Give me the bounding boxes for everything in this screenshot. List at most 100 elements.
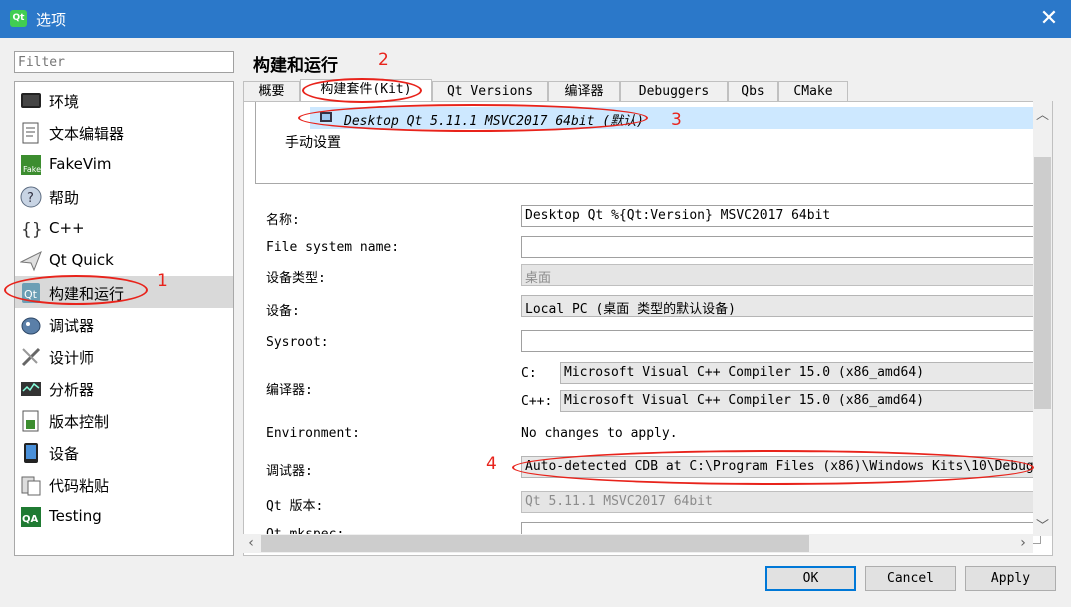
sidebar-item-label: 文本编辑器 (49, 125, 125, 143)
device-label: 设备: (266, 304, 300, 319)
qt-version-label: Qt 版本: (266, 499, 324, 514)
designer-icon (21, 347, 41, 367)
cpp-compiler-select[interactable]: Microsoft Visual C++ Compiler 15.0 (x86_… (560, 390, 1041, 412)
horizontal-scroll-thumb[interactable] (261, 535, 809, 552)
vertical-scroll-thumb[interactable] (1034, 157, 1051, 409)
tab-compilers[interactable]: 编译器 (548, 81, 620, 101)
sidebar-item-label: 分析器 (49, 381, 95, 399)
c-compiler-select[interactable]: Microsoft Visual C++ Compiler 15.0 (x86_… (560, 362, 1041, 384)
sidebar-item-cpp[interactable]: {} C++ (15, 212, 233, 244)
close-icon[interactable]: ✕ (1035, 6, 1063, 32)
sidebar-item-fakevim[interactable]: Fake FakeVim (15, 148, 233, 180)
manual-kits-group[interactable]: 手动设置 (285, 132, 341, 152)
fs-name-field[interactable] (521, 236, 1041, 258)
device-select[interactable]: Local PC (桌面 类型的默认设备) (521, 295, 1041, 317)
environment-value: No changes to apply. (521, 426, 678, 441)
svg-text:Qt: Qt (24, 288, 38, 301)
annotation-number-4: 4 (486, 454, 497, 474)
compiler-label: 编译器: (266, 383, 313, 398)
build-run-icon: Qt (22, 283, 40, 303)
page-title: 构建和运行 (253, 56, 338, 76)
title-bar: Qt 选项 ✕ (0, 0, 1071, 38)
debugger-label: 调试器: (266, 464, 313, 479)
environment-label: Environment: (266, 426, 360, 441)
scroll-up-icon[interactable]: ︿ (1033, 104, 1052, 123)
sidebar-item-qt-quick[interactable]: Qt Quick (15, 244, 233, 276)
cancel-button[interactable]: Cancel (865, 566, 956, 591)
scroll-down-icon[interactable]: ﹀ (1033, 515, 1052, 534)
sidebar-item-devices[interactable]: 设备 (15, 436, 233, 468)
sidebar-item-text-editor[interactable]: 文本编辑器 (15, 116, 233, 148)
tab-kits[interactable]: 构建套件(Kit) (300, 79, 432, 102)
sidebar-item-testing[interactable]: QA Testing (15, 500, 233, 532)
annotation-number-3: 3 (671, 110, 682, 130)
name-label: 名称: (266, 213, 300, 228)
svg-text:?: ? (27, 191, 34, 206)
environment-icon (21, 93, 41, 108)
name-field[interactable]: Desktop Qt %{Qt:Version} MSVC2017 64bit (521, 205, 1041, 227)
svg-text:Fake: Fake (23, 165, 41, 174)
qt-quick-icon (20, 250, 42, 272)
sidebar-item-environment[interactable]: 环境 (15, 84, 233, 116)
sidebar-item-code-paste[interactable]: 代码粘贴 (15, 468, 233, 500)
sidebar-item-label: C++ (49, 219, 85, 237)
tab-overview[interactable]: 概要 (243, 81, 300, 101)
scroll-right-icon[interactable]: › (1015, 534, 1031, 553)
sidebar-item-help[interactable]: ? 帮助 (15, 180, 233, 212)
svg-text:QA: QA (22, 514, 39, 525)
sidebar-item-build-run[interactable]: Qt 构建和运行 (15, 276, 233, 308)
sidebar-item-analyzer[interactable]: 分析器 (15, 372, 233, 404)
qt-app-icon: Qt (10, 10, 27, 27)
sidebar-item-label: 代码粘贴 (49, 477, 110, 495)
tab-cmake[interactable]: CMake (778, 81, 848, 101)
tab-qbs[interactable]: Qbs (728, 81, 778, 101)
sidebar-item-label: FakeVim (49, 155, 112, 173)
fs-name-label: File system name: (266, 240, 400, 255)
c-compiler-label: C: (521, 366, 537, 381)
vertical-scrollbar[interactable]: ︿ ﹀ (1033, 101, 1052, 536)
filter-input[interactable] (14, 51, 234, 73)
tab-debuggers[interactable]: Debuggers (620, 81, 728, 101)
sidebar-item-label: 设备 (49, 445, 80, 463)
sidebar-item-label: 设计师 (49, 349, 95, 367)
sysroot-field[interactable] (521, 330, 1041, 352)
kit-list: Desktop Qt 5.11.1 MSVC2017 64bit (默认) 手动… (255, 102, 1043, 184)
device-type-label: 设备类型: (266, 271, 326, 286)
monitor-icon (320, 112, 332, 122)
sidebar-item-designer[interactable]: 设计师 (15, 340, 233, 372)
version-control-icon (22, 410, 39, 432)
apply-button[interactable]: Apply (965, 566, 1056, 591)
help-icon: ? (20, 186, 42, 208)
scroll-left-icon[interactable]: ‹ (243, 534, 259, 553)
sidebar-item-label: 版本控制 (49, 413, 110, 431)
device-type-select[interactable]: 桌面 (521, 264, 1041, 286)
code-paste-icon (21, 476, 41, 496)
testing-icon: QA (21, 507, 41, 527)
kits-panel: Desktop Qt 5.11.1 MSVC2017 64bit (默认) 手动… (243, 101, 1053, 556)
ok-button[interactable]: OK (765, 566, 856, 591)
sidebar-item-label: 构建和运行 (49, 285, 125, 303)
debugger-select[interactable]: Auto-detected CDB at C:\Program Files (x… (521, 456, 1041, 478)
text-editor-icon (22, 122, 39, 144)
sidebar-item-label: Qt Quick (49, 251, 114, 269)
sidebar-item-debugger[interactable]: 调试器 (15, 308, 233, 340)
cpp-compiler-label: C++: (521, 394, 553, 409)
sidebar-item-version-control[interactable]: 版本控制 (15, 404, 233, 436)
device-icon (24, 443, 38, 463)
kit-name: Desktop Qt 5.11.1 MSVC2017 64bit (默认) (344, 114, 644, 129)
fakevim-icon: Fake (21, 155, 41, 175)
sidebar-item-label: 帮助 (49, 189, 80, 207)
category-sidebar: 环境 文本编辑器 Fake FakeVim ? 帮助 {} C++ Qt Qui… (14, 81, 234, 556)
annotation-number-1: 1 (157, 271, 168, 291)
debugger-icon (21, 317, 41, 335)
window-title: 选项 (36, 11, 67, 29)
horizontal-scrollbar[interactable]: ‹ › (243, 534, 1033, 553)
sidebar-item-label: Testing (49, 507, 102, 525)
sidebar-item-label: 环境 (49, 93, 80, 111)
qt-version-select[interactable]: Qt 5.11.1 MSVC2017 64bit (521, 491, 1041, 513)
sidebar-item-label: 调试器 (49, 317, 95, 335)
annotation-number-2: 2 (378, 50, 389, 70)
svg-text:{}: {} (21, 220, 42, 240)
cpp-braces-icon: {} (21, 220, 42, 240)
tab-qt-versions[interactable]: Qt Versions (432, 81, 548, 101)
